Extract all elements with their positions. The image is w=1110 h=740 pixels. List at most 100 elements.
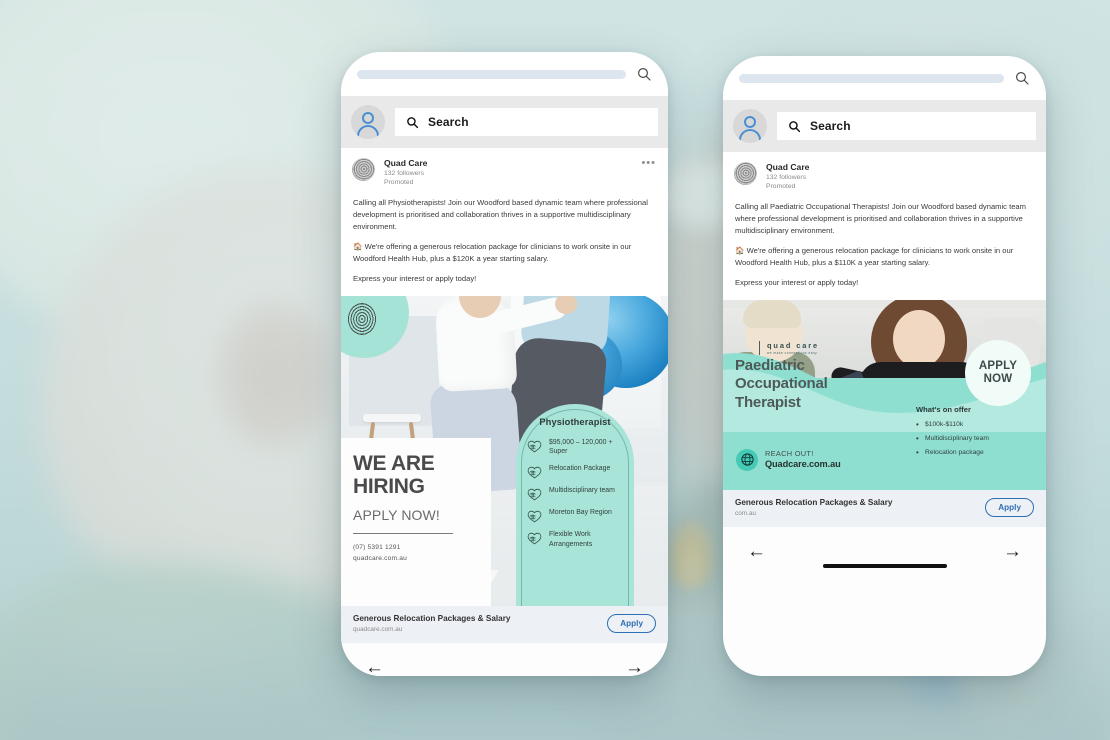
ot-job-title-line3: Therapist	[735, 393, 801, 411]
role-benefit-text: $95,000 – 120,000 + Super	[549, 438, 613, 456]
hiring-divider	[353, 532, 453, 535]
handshake-heart-icon	[527, 467, 542, 479]
fingerprint-icon-right	[735, 340, 752, 357]
ot-brand-logo: quad care we make connections easy	[735, 340, 819, 357]
search-placeholder-left: Search	[428, 115, 469, 129]
role-benefit-item: Moreton Bay Region	[527, 508, 623, 523]
search-icon-right	[789, 120, 801, 132]
ot-job-title-line2: Occupational	[735, 375, 828, 393]
apply-now-line1: APPLY	[978, 360, 1018, 373]
apply-now-line2: NOW	[983, 372, 1013, 385]
promoted-label-right: Promoted	[766, 183, 796, 191]
role-benefit-item: Relocation Package	[527, 464, 623, 479]
followers-count-left: 132 followers	[384, 170, 425, 177]
post-paragraph-2-right: 🏠 We're offering a generous relocation p…	[735, 245, 1014, 267]
hiring-text-panel: WE ARE HIRING APPLY NOW! (07) 5391 1291 …	[341, 437, 491, 606]
post-body-right: Calling all Paediatric Occupational Ther…	[723, 196, 1046, 300]
hiring-headline-line2: HIRING	[353, 475, 425, 499]
feed-right: Quad Care 132 followers Promoted Calling…	[723, 152, 1046, 527]
phone-nav-left: ← →	[341, 642, 668, 676]
search-input-right[interactable]: Search	[777, 112, 1036, 140]
post-header-left: Quad Care 132 followers Promoted •••	[341, 148, 668, 192]
role-details-arch: Physiotherapist $95,000 – 120,000 + Supe…	[516, 403, 634, 606]
globe-icon	[736, 448, 758, 471]
ot-job-title-line1: Paediatric	[735, 356, 805, 374]
ot-overlay-panel: quad care we make connections easy Paedi…	[723, 300, 1046, 490]
phone-mockup-right: Search Quad Care 132 followers Promoted …	[723, 56, 1046, 676]
logo-divider	[759, 341, 760, 356]
phone-nav-right: ← →	[723, 526, 1046, 577]
user-avatar-icon-left[interactable]	[351, 105, 385, 139]
role-benefit-text: Flexible Work Arrangements	[549, 531, 593, 549]
ad-footer-left: Generous Relocation Packages & Salary qu…	[341, 605, 668, 643]
apply-button-left[interactable]: Apply	[607, 614, 656, 634]
ot-offer-block: What's on offer $100k-$110k Multidiscipl…	[916, 405, 1034, 462]
post-paragraph-1-left: Calling all Physiotherapists! Join our W…	[353, 197, 648, 231]
browser-url-bar-right[interactable]	[739, 73, 1004, 83]
ad-creative-right[interactable]: quad care we make connections easy Paedi…	[723, 299, 1046, 490]
ot-reach-label: REACH OUT!	[765, 449, 814, 459]
role-benefit-text: Multidisciplinary team	[549, 487, 615, 495]
role-benefit-text: Moreton Bay Region	[549, 509, 612, 517]
brand-fingerprint-icon	[347, 301, 377, 336]
hiring-headline-line1: WE ARE	[353, 451, 435, 475]
company-logo-fingerprint-icon-left	[352, 158, 375, 181]
browser-search-icon-right[interactable]	[1014, 70, 1030, 86]
app-search-row-right: Search	[723, 100, 1046, 152]
ad-footer-headline-right: Generous Relocation Packages & Salary	[735, 497, 893, 507]
hiring-subhead: APPLY NOW!	[353, 506, 440, 523]
ot-offer-item: Relocation package	[916, 447, 1034, 459]
handshake-heart-icon	[527, 533, 542, 545]
post-paragraph-3-right: Express your interest or apply today!	[735, 277, 859, 287]
post-paragraph-2-left: 🏠 We're offering a generous relocation p…	[353, 241, 632, 263]
user-avatar-icon-right[interactable]	[733, 109, 767, 143]
handshake-heart-icon	[527, 511, 542, 523]
back-arrow-icon-left[interactable]: ←	[365, 658, 384, 676]
ot-offer-heading: What's on offer	[916, 404, 971, 414]
company-logo-fingerprint-icon-right	[734, 162, 757, 185]
ad-footer-url-left: quadcare.com.au	[353, 625, 403, 633]
ot-logo-subtext: we make connections easy	[767, 351, 818, 356]
home-indicator-right[interactable]	[822, 563, 947, 568]
forward-arrow-icon-right[interactable]: →	[1003, 542, 1022, 561]
post-paragraph-3-left: Express your interest or apply today!	[353, 273, 477, 283]
post-menu-icon-left[interactable]: •••	[641, 158, 656, 169]
handshake-heart-icon	[527, 489, 542, 501]
ad-creative-left[interactable]: WE ARE HIRING APPLY NOW! (07) 5391 1291 …	[341, 295, 668, 606]
browser-bar-right	[723, 56, 1046, 100]
role-benefit-item: $95,000 – 120,000 + Super	[527, 438, 623, 458]
company-name-right[interactable]: Quad Care	[766, 162, 809, 173]
contact-website: quadcare.com.au	[353, 555, 407, 563]
browser-bar-left	[341, 52, 668, 96]
search-icon-left	[407, 116, 419, 128]
promoted-label-left: Promoted	[384, 179, 414, 187]
ot-logo-text: quad care	[767, 341, 820, 351]
ot-job-title: Paediatric Occupational Therapist	[735, 357, 828, 413]
company-name-left[interactable]: Quad Care	[384, 158, 427, 169]
followers-count-right: 132 followers	[766, 174, 807, 181]
forward-arrow-icon-left[interactable]: →	[625, 658, 644, 676]
feed-left: Quad Care 132 followers Promoted ••• Cal…	[341, 148, 668, 643]
browser-search-icon-left[interactable]	[636, 66, 652, 82]
role-benefit-text: Relocation Package	[549, 465, 611, 473]
ad-footer-right: Generous Relocation Packages & Salary co…	[723, 489, 1046, 527]
app-search-row-left: Search	[341, 96, 668, 148]
post-paragraph-1-right: Calling all Paediatric Occupational Ther…	[735, 201, 1026, 235]
browser-url-bar-left[interactable]	[357, 69, 626, 79]
ad-footer-headline-left: Generous Relocation Packages & Salary	[353, 613, 511, 623]
role-benefit-item: Multidisciplinary team	[527, 486, 623, 501]
ot-offer-item: Multidisciplinary team	[916, 433, 1034, 445]
apply-button-right[interactable]: Apply	[985, 498, 1034, 518]
phone-mockup-left: Search Quad Care 132 followers Promoted …	[341, 52, 668, 676]
ot-offer-item: $100k-$110k	[916, 419, 1034, 431]
ot-reach-out-block: REACH OUT! Quadcare.com.au	[736, 448, 841, 471]
back-arrow-icon-right[interactable]: ←	[747, 542, 766, 561]
search-input-left[interactable]: Search	[395, 108, 658, 136]
search-placeholder-right: Search	[810, 119, 851, 133]
post-body-left: Calling all Physiotherapists! Join our W…	[341, 192, 668, 296]
handshake-heart-icon	[527, 440, 542, 453]
post-header-right: Quad Care 132 followers Promoted	[723, 152, 1046, 196]
ad-footer-url-right: com.au	[735, 509, 756, 517]
apply-now-badge[interactable]: APPLY NOW	[965, 339, 1031, 406]
role-benefit-item: Flexible Work Arrangements	[527, 530, 623, 550]
